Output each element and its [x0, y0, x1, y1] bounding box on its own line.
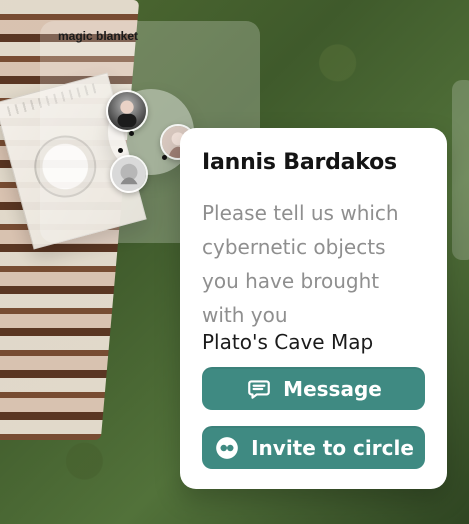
panel-title: magic blanket — [58, 29, 139, 43]
message-icon — [245, 375, 273, 403]
message-button-label: Message — [283, 376, 382, 401]
connection-dot — [118, 148, 123, 153]
message-button[interactable]: Message — [202, 367, 425, 410]
connection-dot — [129, 131, 134, 136]
profile-answer: Plato's Cave Map — [202, 330, 374, 354]
invite-to-circle-button-label: Invite to circle — [251, 435, 414, 460]
avatar-portrait-icon — [112, 157, 146, 191]
profile-name: Iannis Bardakos — [202, 150, 397, 175]
avatar[interactable] — [110, 155, 148, 193]
adjacent-panel-edge — [452, 80, 469, 260]
avatar-portrait-icon — [108, 92, 146, 130]
connection-dot — [162, 155, 167, 160]
profile-prompt: Please tell us which cybernetic objects … — [202, 201, 399, 327]
avatar[interactable] — [106, 90, 148, 132]
invite-icon — [213, 434, 241, 462]
profile-card: Iannis Bardakos Please tell us which cyb… — [180, 128, 447, 489]
invite-to-circle-button[interactable]: Invite to circle — [202, 426, 425, 469]
